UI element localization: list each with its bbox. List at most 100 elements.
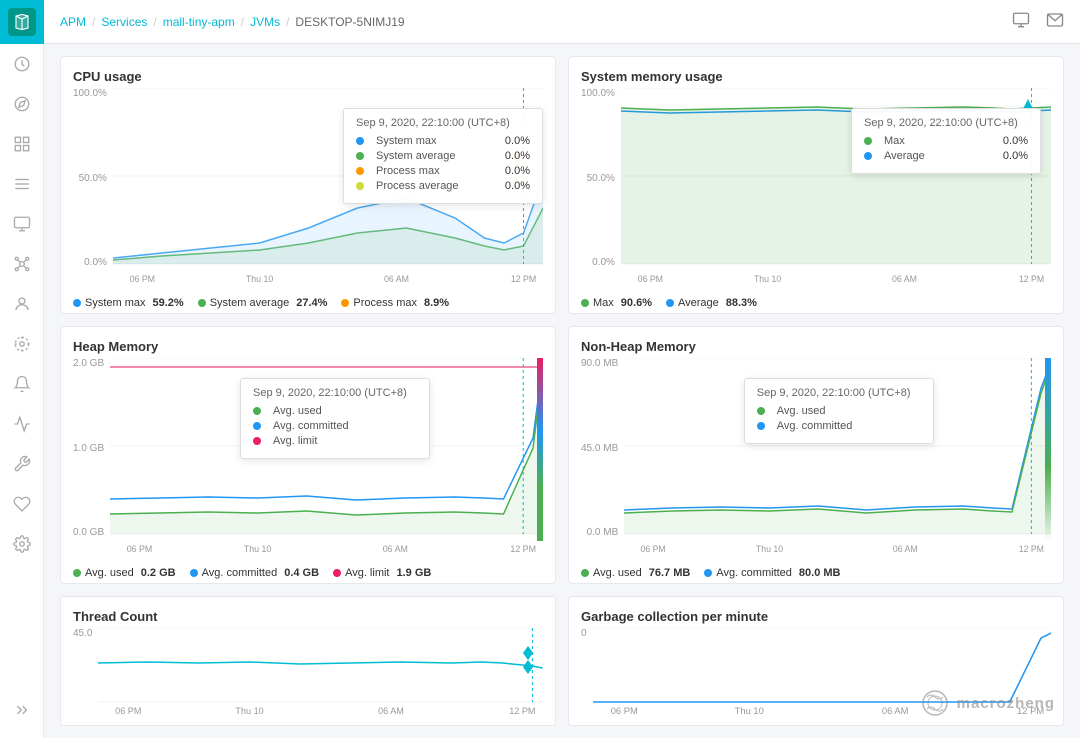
watermark-icon	[919, 689, 951, 717]
heap-dot-1	[253, 407, 261, 415]
mail-icon[interactable]	[1046, 11, 1064, 32]
watermark-text: macrozheng	[957, 695, 1055, 712]
breadcrumb-services[interactable]: Services	[101, 15, 147, 29]
sm-y-min: 0.0%	[581, 257, 615, 268]
nhm-tooltip-row-1: Avg. used	[757, 405, 921, 417]
heap-tooltip-row-2: Avg. committed	[253, 420, 417, 432]
heap-memory-title: Heap Memory	[73, 339, 543, 354]
nhm-legend-dot-1	[581, 569, 589, 577]
cpu-tooltip-row-1: System max 0.0%	[356, 135, 530, 147]
svg-text:Thu 10: Thu 10	[236, 706, 264, 716]
sm-legend-dot-1	[581, 299, 589, 307]
gc-title: Garbage collection per minute	[581, 609, 1051, 624]
sidebar-item-alerts[interactable]	[0, 364, 44, 404]
svg-text:12 PM: 12 PM	[1019, 544, 1044, 554]
cpu-legend-dot-1	[73, 299, 81, 307]
nhm-legend-item-2: Avg. committed 80.0 MB	[704, 567, 840, 579]
svg-text:12 PM: 12 PM	[510, 706, 536, 716]
non-heap-memory-title: Non-Heap Memory	[581, 339, 1051, 354]
cpu-legend-item-2: System average 27.4%	[198, 297, 328, 309]
sidebar-item-dashboard[interactable]	[0, 124, 44, 164]
sidebar-item-nodes[interactable]	[0, 244, 44, 284]
sidebar-item-services[interactable]	[0, 204, 44, 244]
cpu-tooltip-time: Sep 9, 2020, 22:10:00 (UTC+8)	[356, 117, 530, 129]
cpu-legend-val-3: 8.9%	[424, 297, 449, 309]
cpu-dot-2	[356, 152, 364, 160]
svg-text:06 AM: 06 AM	[892, 274, 917, 284]
sm-legend-dot-2	[666, 299, 674, 307]
nhm-y-mid: 45.0 MB	[581, 443, 618, 454]
heap-y-min: 0.0 GB	[73, 527, 104, 538]
garbage-collection-card: Garbage collection per minute 0 06 PM Th…	[568, 596, 1064, 726]
breadcrumb-apm[interactable]: APM	[60, 15, 86, 29]
svg-text:06 AM: 06 AM	[379, 706, 405, 716]
breadcrumb: APM / Services / mall-tiny-apm / JVMs / …	[60, 15, 405, 29]
sm-tooltip: Sep 9, 2020, 22:10:00 (UTC+8) Max 0.0% A…	[851, 108, 1041, 174]
svg-text:06 AM: 06 AM	[893, 544, 918, 554]
sm-legend-item-2: Average 88.3%	[666, 297, 757, 309]
cpu-dot-3	[356, 167, 364, 175]
svg-text:06 PM: 06 PM	[638, 274, 663, 284]
cpu-usage-title: CPU usage	[73, 69, 543, 84]
main-content: APM / Services / mall-tiny-apm / JVMs / …	[44, 0, 1080, 738]
cpu-usage-card: CPU usage 100.0% 50.0% 0.0%	[60, 56, 556, 314]
non-heap-memory-card: Non-Heap Memory 90.0 MB 45.0 MB 0.0 MB	[568, 326, 1064, 584]
sidebar-item-health[interactable]	[0, 484, 44, 524]
nhm-tooltip-row-2: Avg. committed	[757, 420, 921, 432]
tc-cursor-marker	[523, 646, 533, 674]
thread-count-title: Thread Count	[73, 609, 543, 624]
sm-dot-2	[864, 152, 872, 160]
charts-grid: CPU usage 100.0% 50.0% 0.0%	[44, 44, 1080, 738]
app-logo[interactable]	[0, 0, 44, 44]
heap-tooltip-row-1: Avg. used	[253, 405, 417, 417]
sidebar-item-user[interactable]	[0, 284, 44, 324]
heap-tooltip-row-3: Avg. limit	[253, 435, 417, 447]
svg-text:06 PM: 06 PM	[127, 544, 153, 554]
sm-tooltip-row-1: Max 0.0%	[864, 135, 1028, 147]
sm-legend-val-2: 88.3%	[726, 297, 757, 309]
nhm-legend-val-1: 76.7 MB	[649, 567, 691, 579]
cpu-legend-val-1: 59.2%	[153, 297, 184, 309]
nhm-color-bar	[1045, 358, 1051, 541]
svg-text:06 PM: 06 PM	[610, 706, 637, 716]
svg-text:06 PM: 06 PM	[641, 544, 666, 554]
gc-y-max: 0	[581, 628, 587, 639]
heap-tooltip: Sep 9, 2020, 22:10:00 (UTC+8) Avg. used …	[240, 378, 430, 459]
nhm-dot-1	[757, 407, 765, 415]
svg-text:Thu 10: Thu 10	[754, 274, 781, 284]
tc-chart-svg: 06 PM Thu 10 06 AM 12 PM	[98, 628, 543, 718]
sm-y-mid: 50.0%	[581, 173, 615, 184]
svg-text:06 PM: 06 PM	[116, 706, 142, 716]
sidebar	[0, 0, 44, 738]
svg-text:12 PM: 12 PM	[1019, 274, 1044, 284]
sidebar-item-signal[interactable]	[0, 404, 44, 444]
sm-legend: Max 90.6% Average 88.3%	[581, 297, 1051, 309]
nhm-tooltip: Sep 9, 2020, 22:10:00 (UTC+8) Avg. used …	[744, 378, 934, 444]
heap-legend-dot-1	[73, 569, 81, 577]
heap-dot-3	[253, 437, 261, 445]
heap-memory-card: Heap Memory 2.0 GB 1.0 GB 0.0 GB	[60, 326, 556, 584]
sidebar-item-tools[interactable]	[0, 444, 44, 484]
nhm-y-min: 0.0 MB	[581, 527, 618, 538]
sidebar-item-list[interactable]	[0, 164, 44, 204]
breadcrumb-sep-1: /	[92, 15, 95, 29]
header: APM / Services / mall-tiny-apm / JVMs / …	[44, 0, 1080, 44]
heap-legend-val-1: 0.2 GB	[141, 567, 176, 579]
heap-y-max: 2.0 GB	[73, 358, 104, 369]
cpu-legend-val-2: 27.4%	[296, 297, 327, 309]
heap-legend-item-3: Avg. limit 1.9 GB	[333, 567, 431, 579]
heap-legend-dot-2	[190, 569, 198, 577]
breadcrumb-current: DESKTOP-5NIMJ19	[295, 15, 404, 29]
monitor-icon[interactable]	[1012, 11, 1030, 32]
cpu-dot-1	[356, 137, 364, 145]
sidebar-item-compass[interactable]	[0, 84, 44, 124]
breadcrumb-jvms[interactable]: JVMs	[250, 15, 280, 29]
sidebar-item-expand[interactable]	[0, 690, 44, 730]
thread-count-card: Thread Count 45.0 06 PM	[60, 596, 556, 726]
sidebar-item-integrations[interactable]	[0, 324, 44, 364]
svg-text:12 PM: 12 PM	[511, 274, 536, 284]
heap-legend-item-2: Avg. committed 0.4 GB	[190, 567, 319, 579]
sidebar-item-settings[interactable]	[0, 524, 44, 564]
breadcrumb-mall[interactable]: mall-tiny-apm	[163, 15, 235, 29]
sidebar-item-clock[interactable]	[0, 44, 44, 84]
